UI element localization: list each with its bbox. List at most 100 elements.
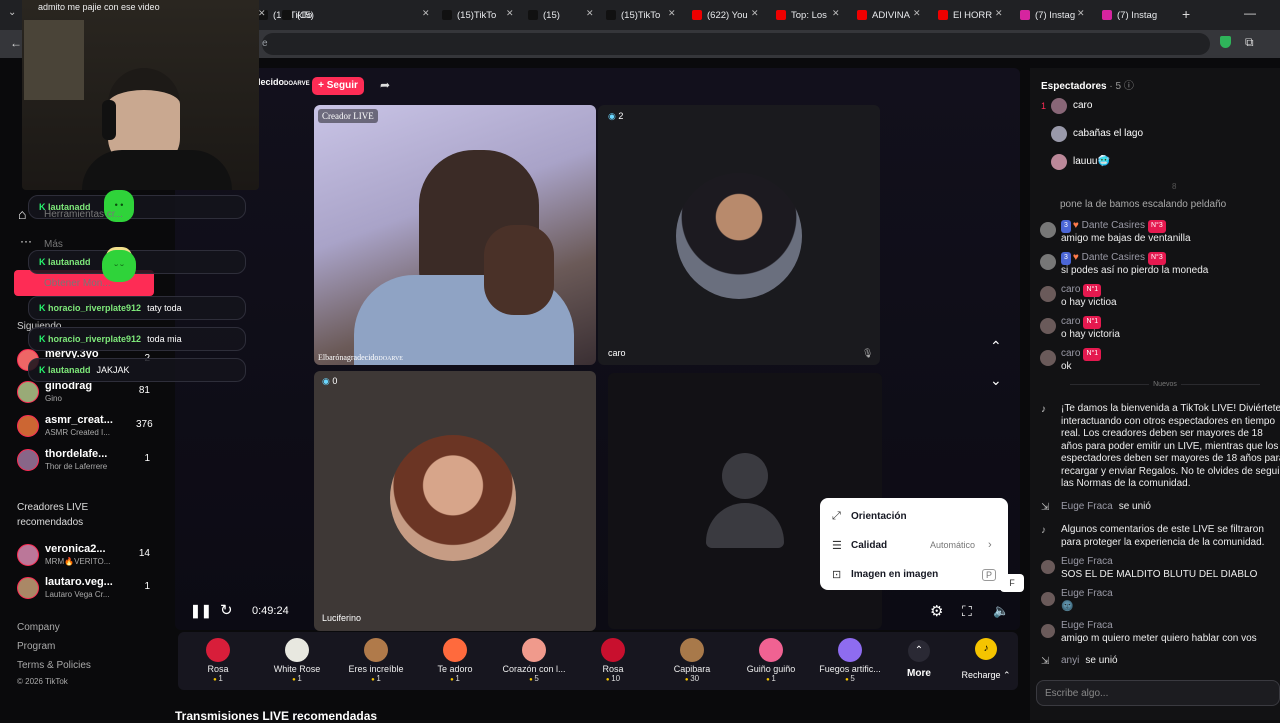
- comment-input[interactable]: Escribe algo...: [1036, 680, 1280, 706]
- gift-icon: [206, 638, 230, 662]
- share-icon[interactable]: ➦: [380, 78, 390, 92]
- webcam-caption: admito me pajie con ese video: [38, 2, 160, 12]
- chat-comment: 3 ♥ Dante Casires N°3 si podes así no pierd…: [1061, 252, 1276, 277]
- gift-item[interactable]: Capibara30: [652, 638, 732, 683]
- comment-username[interactable]: Dante Casires: [1082, 220, 1145, 231]
- event-username[interactable]: Euge Fraca: [1061, 556, 1280, 569]
- chat-event: Euge Fraca se unió: [1061, 501, 1280, 514]
- gift-name: Eres increíble: [348, 664, 404, 674]
- level-badge: N°3: [1147, 252, 1166, 265]
- url-field[interactable]: e: [262, 33, 1210, 55]
- following-name[interactable]: thordelafe...: [45, 448, 107, 460]
- viewer-name[interactable]: cabañas el lago: [1073, 128, 1143, 139]
- info-icon[interactable]: ⓘ: [1124, 81, 1134, 92]
- popup-item[interactable]: [820, 535, 1008, 559]
- viewer-avatar[interactable]: [1051, 98, 1067, 114]
- recommended-viewer-count: 14: [138, 548, 150, 559]
- gift-item[interactable]: Eres increíble1: [336, 638, 416, 683]
- recommended-avatar[interactable]: [17, 544, 39, 566]
- tab-close-icon[interactable]: ✕: [422, 8, 430, 19]
- recommended-name[interactable]: veronica2...: [45, 543, 106, 555]
- tab-favicon-icon: [938, 10, 948, 20]
- following-name[interactable]: asmr_creat...: [45, 414, 113, 426]
- event-username[interactable]: Euge Fraca: [1061, 620, 1280, 633]
- gift-icon: [285, 638, 309, 662]
- chat-event: anyi se unió: [1061, 655, 1280, 668]
- overlay-chat-user: lautanadd: [39, 365, 91, 375]
- chat-comment: caro N°1 o hay victoria: [1061, 316, 1276, 341]
- scroll-up-chevron-icon[interactable]: ⌃: [990, 338, 1002, 355]
- sidebar-menu-item[interactable]: Obtener Mon...: [44, 278, 111, 289]
- fullscreen-icon[interactable]: ⛶: [962, 603, 972, 620]
- settings-gear-icon[interactable]: ⚙: [930, 602, 943, 620]
- viewer-name[interactable]: lauuu🥶: [1073, 156, 1110, 167]
- tab-close-icon[interactable]: ✕: [1077, 8, 1085, 19]
- browser-tab[interactable]: (15): [282, 6, 432, 24]
- welcome-message: ¡Te damos la bienvenida a TikTok LIVE! D…: [1061, 403, 1280, 489]
- follow-button[interactable]: + Seguir: [312, 77, 364, 95]
- browser-tab[interactable]: (15)TikTo: [442, 6, 514, 24]
- viewer-avatar[interactable]: [1051, 126, 1067, 142]
- viewer-name[interactable]: caro: [1073, 100, 1092, 111]
- gift-item[interactable]: Te adoro1: [415, 638, 495, 683]
- gift-item[interactable]: Rosa10: [573, 638, 653, 683]
- recharge-button[interactable]: ♪ Recharge ⌃: [958, 638, 1014, 681]
- host-video-tile[interactable]: Creador LIVE ElbarónagradecidoDOARVE: [314, 105, 596, 365]
- tab-close-icon[interactable]: ✕: [995, 8, 1003, 19]
- recommended-avatar[interactable]: [17, 577, 39, 599]
- browser-tab[interactable]: (15): [528, 6, 590, 24]
- gift-item[interactable]: Corazón con l...5: [494, 638, 574, 683]
- gift-item[interactable]: Rosa1: [178, 638, 258, 683]
- footer-link[interactable]: Program: [17, 641, 55, 652]
- comment-username[interactable]: caro: [1061, 316, 1080, 327]
- tab-close-icon[interactable]: ✕: [668, 8, 676, 19]
- tiktok-system-icon: ♪: [1041, 404, 1046, 415]
- pause-icon[interactable]: ❚❚: [190, 603, 212, 619]
- event-username[interactable]: anyi: [1061, 655, 1079, 666]
- comment-username[interactable]: caro: [1061, 348, 1080, 359]
- following-avatar[interactable]: [17, 449, 39, 471]
- comment-username[interactable]: Dante Casires: [1082, 252, 1145, 263]
- gift-item[interactable]: Fuegos artific...5: [810, 638, 890, 683]
- minimize-icon[interactable]: —: [1244, 6, 1256, 20]
- guest-tile-luciferino[interactable]: ◉ 0 Luciferino: [314, 371, 596, 631]
- comment-username[interactable]: caro: [1061, 284, 1080, 295]
- host-name[interactable]: lecidoDOARVE: [258, 77, 310, 87]
- scroll-down-chevron-icon[interactable]: ⌄: [990, 372, 1002, 389]
- popup-item[interactable]: [820, 506, 1008, 530]
- event-username[interactable]: Euge Fraca: [1061, 588, 1280, 601]
- shield-extension-icon[interactable]: [1220, 36, 1231, 48]
- volume-icon[interactable]: 🔈: [993, 603, 1009, 619]
- tab-close-icon[interactable]: ✕: [506, 8, 514, 19]
- tab-close-icon[interactable]: ✕: [832, 8, 840, 19]
- recommended-name[interactable]: lautaro.veg...: [45, 576, 113, 588]
- viewer-avatar[interactable]: [1051, 154, 1067, 170]
- sidebar-menu-item[interactable]: Herramientas cr...: [44, 209, 123, 220]
- following-avatar[interactable]: [17, 381, 39, 403]
- tab-close-icon[interactable]: ✕: [913, 8, 921, 19]
- extensions-icon[interactable]: ⧉: [1245, 35, 1254, 50]
- tab-close-icon[interactable]: ✕: [586, 8, 594, 19]
- level-badge: N°1: [1083, 316, 1102, 329]
- browser-tab[interactable]: (7) Instag: [1102, 6, 1172, 24]
- more-gifts-button[interactable]: ⌃ More: [902, 640, 936, 679]
- commenter-avatar[interactable]: [1040, 318, 1056, 334]
- commenter-avatar[interactable]: [1040, 350, 1056, 366]
- comment-text: o hay victoria: [1061, 328, 1120, 340]
- footer-link[interactable]: Terms & Policies: [17, 660, 91, 671]
- refresh-icon[interactable]: ↻: [220, 601, 233, 619]
- following-avatar[interactable]: [17, 415, 39, 437]
- sidebar-menu-item[interactable]: Más: [44, 239, 63, 250]
- guest-tile-caro[interactable]: ◉ 2 caro 🎙: [598, 105, 880, 365]
- commenter-avatar[interactable]: [1040, 254, 1056, 270]
- tab-close-icon[interactable]: ✕: [751, 8, 759, 19]
- tab-close-icon[interactable]: ✕: [258, 8, 266, 19]
- gift-item[interactable]: Guiño guiño1: [731, 638, 811, 683]
- event-username[interactable]: Euge Fraca: [1061, 501, 1113, 512]
- gift-item[interactable]: White Rose1: [257, 638, 337, 683]
- commenter-avatar[interactable]: [1040, 222, 1056, 238]
- gift-name: Rosa: [602, 664, 624, 674]
- new-tab-button[interactable]: +: [1182, 6, 1190, 22]
- commenter-avatar[interactable]: [1040, 286, 1056, 302]
- footer-link[interactable]: Company: [17, 622, 60, 633]
